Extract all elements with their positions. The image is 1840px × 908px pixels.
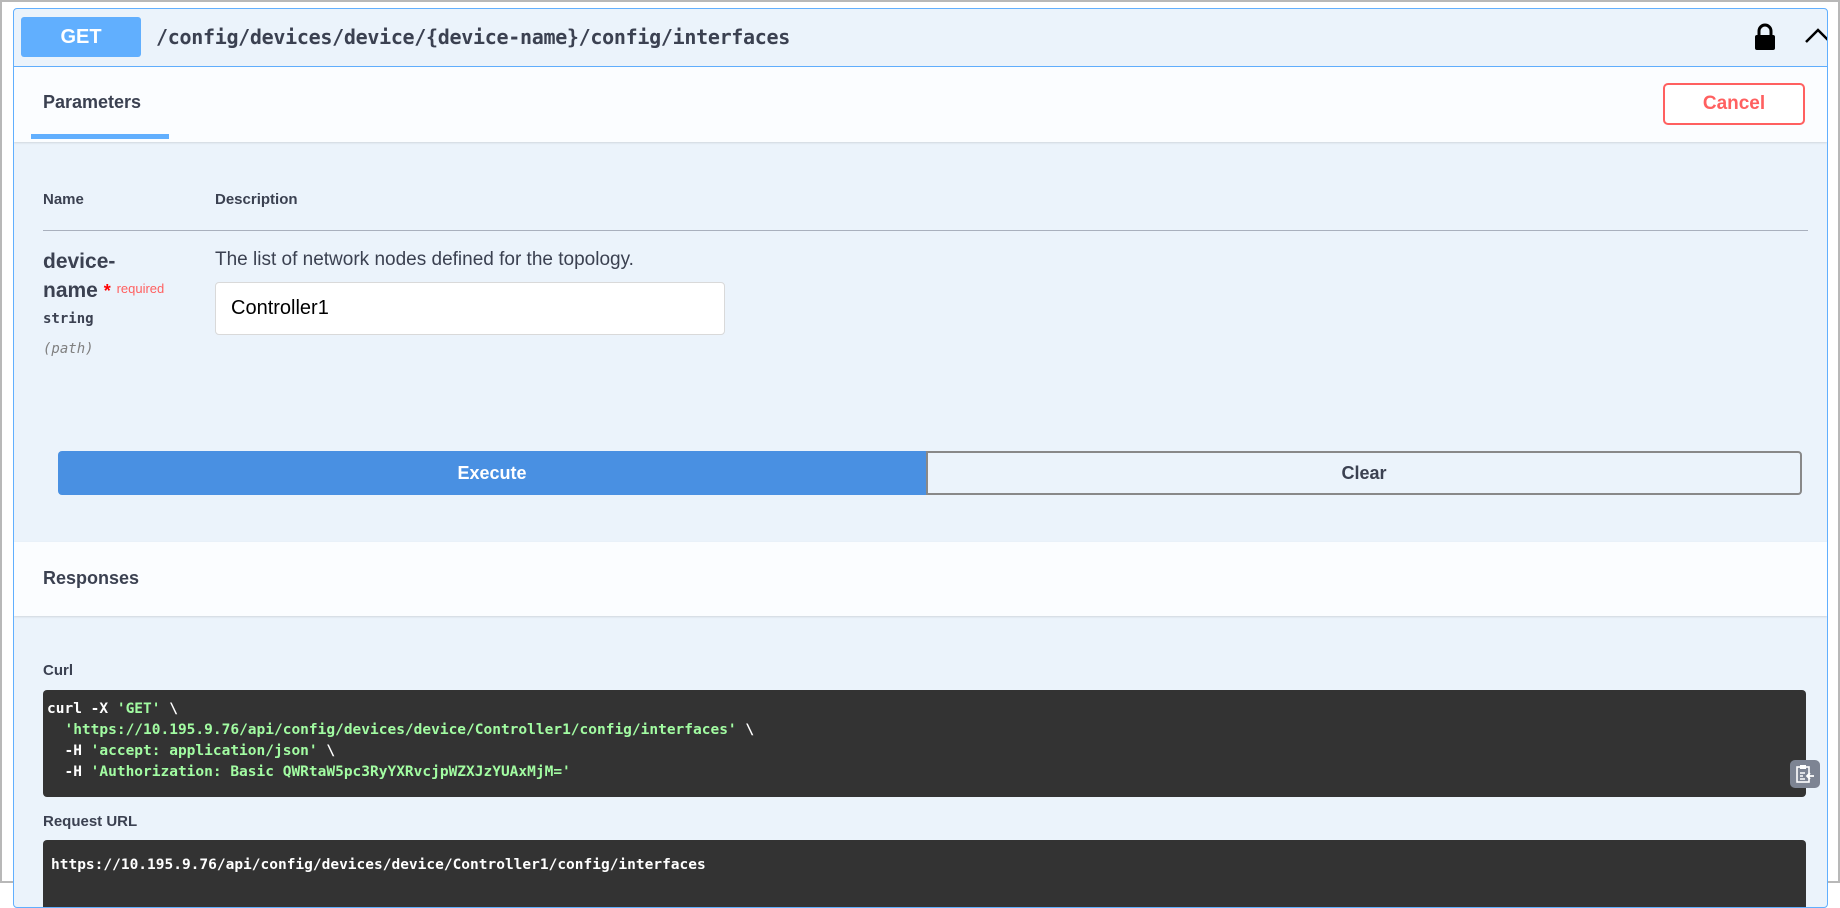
operation-header[interactable]: GET /config/devices/device/{device-name}… [14,9,1827,67]
curl-text: -H [47,743,91,759]
operation-path: /config/devices/device/{device-name}/con… [156,25,791,49]
method-badge: GET [21,17,141,57]
curl-text: \ [160,701,178,717]
curl-label: Curl [43,662,73,679]
cancel-button[interactable]: Cancel [1663,83,1805,125]
curl-text: \ [736,722,755,738]
required-label: required [116,281,165,296]
parameter-location: (path) [43,341,94,357]
request-url-block[interactable]: https://10.195.9.76/api/config/devices/d… [43,840,1806,907]
curl-text: \ [317,743,336,759]
execute-button[interactable]: Execute [58,451,926,495]
parameter-name-line2: name [43,279,98,302]
request-url: https://10.195.9.76/api/config/devices/d… [51,857,706,873]
operation-block: GET /config/devices/device/{device-name}… [13,8,1828,908]
curl-text: curl -X [47,701,117,717]
copy-to-clipboard-icon[interactable] [1790,760,1820,788]
request-url-label: Request URL [43,813,138,830]
parameter-type: string [43,311,94,327]
responses-title: Responses [43,568,140,588]
parameter-description: The list of network nodes defined for th… [215,249,634,270]
tab-bar: Parameters Cancel [14,67,1827,142]
curl-code-block[interactable]: curl -X 'GET' \ 'https://10.195.9.76/api… [43,690,1820,797]
lock-icon[interactable] [1754,23,1776,56]
curl-text: -H [47,764,91,780]
clear-button[interactable]: Clear [926,451,1802,495]
tab-parameters[interactable]: Parameters [43,92,141,113]
device-name-input[interactable] [215,282,725,335]
curl-string: 'Authorization: Basic QWRtaW5pc3RyYXRvcj… [90,764,571,780]
responses-header: Responses [14,542,1827,616]
parameter-name: device- name * required [43,247,164,306]
active-tab-indicator [31,134,169,139]
curl-string: 'https://10.195.9.76/api/config/devices/… [64,722,737,738]
table-divider [43,230,1808,231]
curl-text [47,722,64,738]
parameter-name-line1: device- [43,250,116,273]
column-header-name: Name [43,191,84,208]
required-star: * [103,281,111,301]
curl-string: 'GET' [116,701,161,717]
column-header-description: Description [215,191,298,208]
chevron-up-icon[interactable] [1804,27,1827,50]
curl-string: 'accept: application/json' [90,743,318,759]
